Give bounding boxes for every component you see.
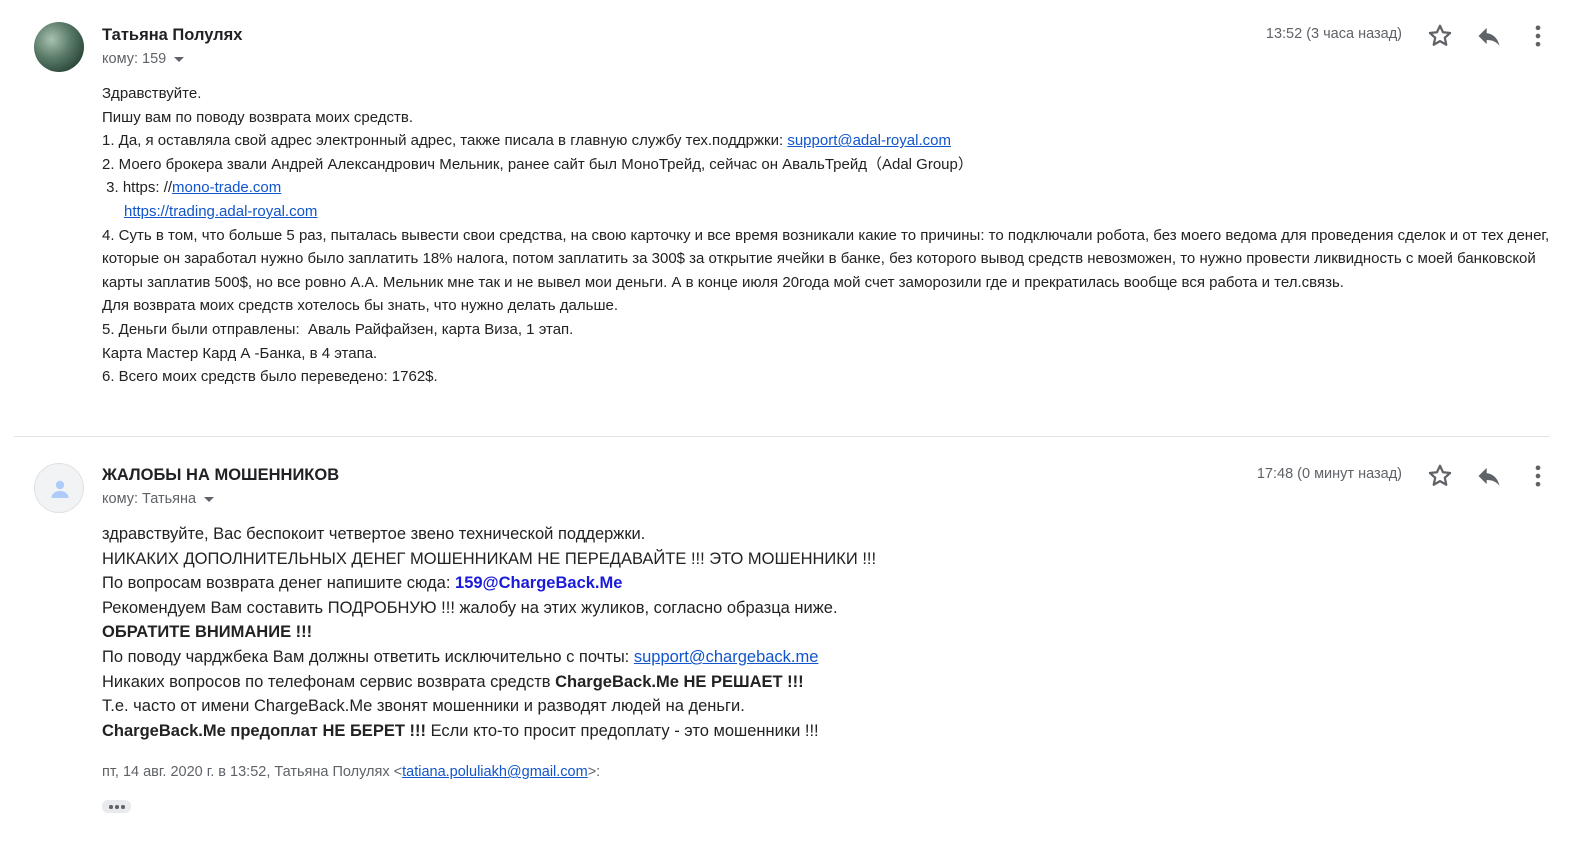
body-line: Рекомендуем Вам составить ПОДРОБНУЮ !!! … [102,598,838,617]
body-line: 5. Деньги были отправлены: Аваль Райфайз… [102,320,574,338]
body-line: 2. Моего брокера звали Андрей Александро… [102,155,973,173]
caret-down-icon[interactable] [174,56,185,62]
reply-icon[interactable] [1475,462,1503,490]
message-body: здравствуйте, Вас беспокоит четвертое зв… [102,522,1557,743]
star-icon[interactable] [1426,22,1454,50]
sender-avatar[interactable] [34,463,84,513]
more-vert-icon[interactable] [1524,462,1552,490]
message-divider [14,436,1550,437]
body-line: https://trading.adal-royal.com [102,200,1557,224]
body-line: НИКАКИХ ДОПОЛНИТЕЛЬНЫХ ДЕНЕГ МОШЕННИКАМ … [102,549,877,568]
body-line: По поводу чарджбека Вам должны ответить … [102,645,1557,670]
recipient-text: кому: 159 [102,51,167,67]
email-link[interactable]: support@adal-royal.com [787,132,951,149]
body-line: Здравствуйте. [102,85,202,102]
person-icon [51,480,69,498]
body-text: 1. Да, я оставляла свой адрес электронны… [102,132,788,150]
website-link[interactable]: https://trading.adal-royal.com [124,203,317,220]
email-link[interactable]: support@chargeback.me [634,648,819,666]
body-line: Пишу вам по поводу возврата моих средств… [102,108,414,126]
reply-icon[interactable] [1475,22,1503,50]
more-vert-icon[interactable] [1524,22,1552,50]
show-trimmed-content-button[interactable] [102,800,131,813]
star-icon[interactable] [1426,462,1454,490]
body-line: Никаких вопросов по телефонам сервис воз… [102,670,1557,695]
message-time: 13:52 (3 часа назад) [1265,26,1402,42]
attention-heading: ОБРАТИТЕ ВНИМАНИЕ !!! [102,623,313,642]
sender-name[interactable]: ЖАЛОБЫ НА МОШЕННИКОВ [102,466,339,485]
sender-name[interactable]: Татьяна Полулях [102,26,242,45]
body-line: Для возврата моих средств хотелось бы зн… [102,297,618,315]
body-line: 3. https: //mono-trade.com [102,176,1557,200]
message-body: Здравствуйте. Пишу вам по поводу возврат… [102,82,1557,389]
bold-text: ChargeBack.Me предоплат НЕ БЕРЕТ !!! [102,721,426,740]
body-text: 3. https: // [102,179,173,197]
sender-avatar[interactable] [34,22,84,72]
caret-down-icon[interactable] [204,496,215,502]
body-line: 1. Да, я оставляла свой адрес электронны… [102,129,1557,153]
body-line: ChargeBack.Me предоплат НЕ БЕРЕТ !!! Есл… [102,719,1557,744]
email-link[interactable]: tatiana.poluliakh@gmail.com [402,764,588,780]
quote-header: пт, 14 авг. 2020 г. в 13:52, Татьяна Пол… [102,764,600,780]
message-time: 17:48 (0 минут назад) [1256,466,1402,482]
body-text: Никаких вопросов по телефонам сервис воз… [102,672,556,691]
body-text: По поводу чарджбека Вам должны ответить … [102,647,634,666]
quote-prefix: пт, 14 авг. 2020 г. в 13:52, Татьяна Пол… [102,764,403,780]
body-paragraph: 4. Суть в том, что больше 5 раз, пыталас… [102,226,1550,291]
quote-suffix: >: [587,764,601,780]
contact-email[interactable]: 159@ChargeBack.Me [455,574,622,592]
recipient-line[interactable]: кому: Татьяна [102,491,215,507]
website-link[interactable]: mono-trade.com [172,179,281,196]
body-line: ОБРАТИТЕ ВНИМАНИЕ !!! [102,620,1557,645]
bold-text: ChargeBack.Me НЕ РЕШАЕТ !!! [555,672,804,691]
body-line: Т.е. часто от имени ChargeBack.Me звонят… [102,697,745,716]
recipient-text: кому: Татьяна [102,491,197,507]
body-line: Карта Мастер Кард А -Банка, в 4 этапа. [102,344,378,362]
body-line: здравствуйте, Вас беспокоит четвертое зв… [102,525,646,543]
body-text: По вопросам возврата денег напишите сюда… [102,574,456,593]
body-line: По вопросам возврата денег напишите сюда… [102,571,1557,596]
recipient-line[interactable]: кому: 159 [102,51,185,67]
body-line: 6. Всего моих средств было переведено: 1… [102,368,438,386]
body-text: Если кто-то просит предоплату - это моше… [425,721,819,740]
